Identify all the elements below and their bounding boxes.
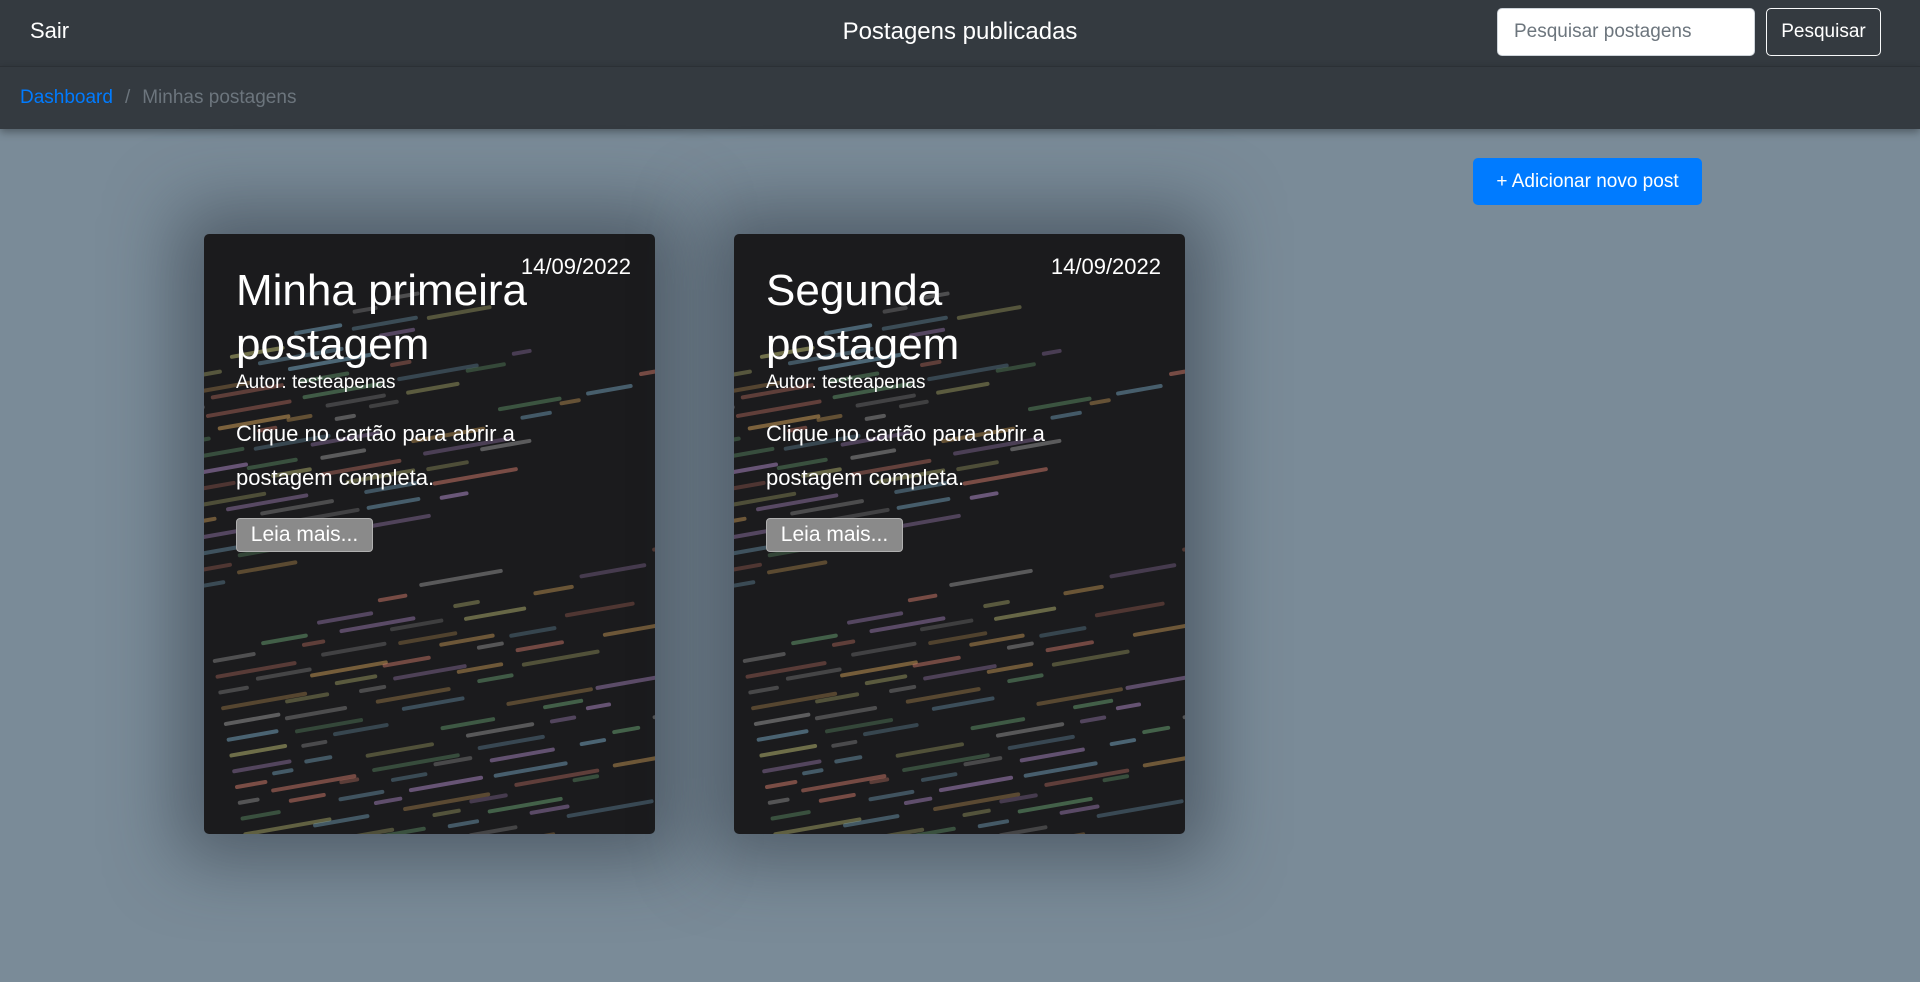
breadcrumb: Dashboard / Minhas postagens	[0, 66, 1920, 129]
logout-link[interactable]: Sair	[30, 18, 69, 44]
post-card[interactable]: 14/09/2022 Segunda postagem Autor: teste…	[734, 234, 1185, 834]
search-button[interactable]: Pesquisar	[1766, 8, 1881, 56]
post-description: Clique no cartão para abrir a postagem c…	[236, 421, 515, 490]
top-navbar: Sair Postagens publicadas Pesquisar	[0, 0, 1920, 66]
post-title: Segunda postagem	[766, 266, 960, 369]
breadcrumb-dashboard-link[interactable]: Dashboard	[20, 87, 113, 109]
post-author: Autor: testeapenas	[236, 372, 396, 393]
breadcrumb-separator: /	[124, 87, 131, 108]
read-more-button[interactable]: Leia mais...	[766, 518, 903, 552]
read-more-button[interactable]: Leia mais...	[236, 518, 373, 552]
post-description: Clique no cartão para abrir a postagem c…	[766, 421, 1045, 490]
search-input[interactable]	[1497, 8, 1755, 56]
post-author: Autor: testeapenas	[766, 372, 926, 393]
post-title: Minha primeira postagem	[236, 266, 527, 369]
add-post-button[interactable]: + Adicionar novo post	[1473, 158, 1702, 205]
breadcrumb-current: Minhas postagens	[142, 87, 297, 108]
post-card[interactable]: 14/09/2022 Minha primeira postagem Autor…	[204, 234, 655, 834]
